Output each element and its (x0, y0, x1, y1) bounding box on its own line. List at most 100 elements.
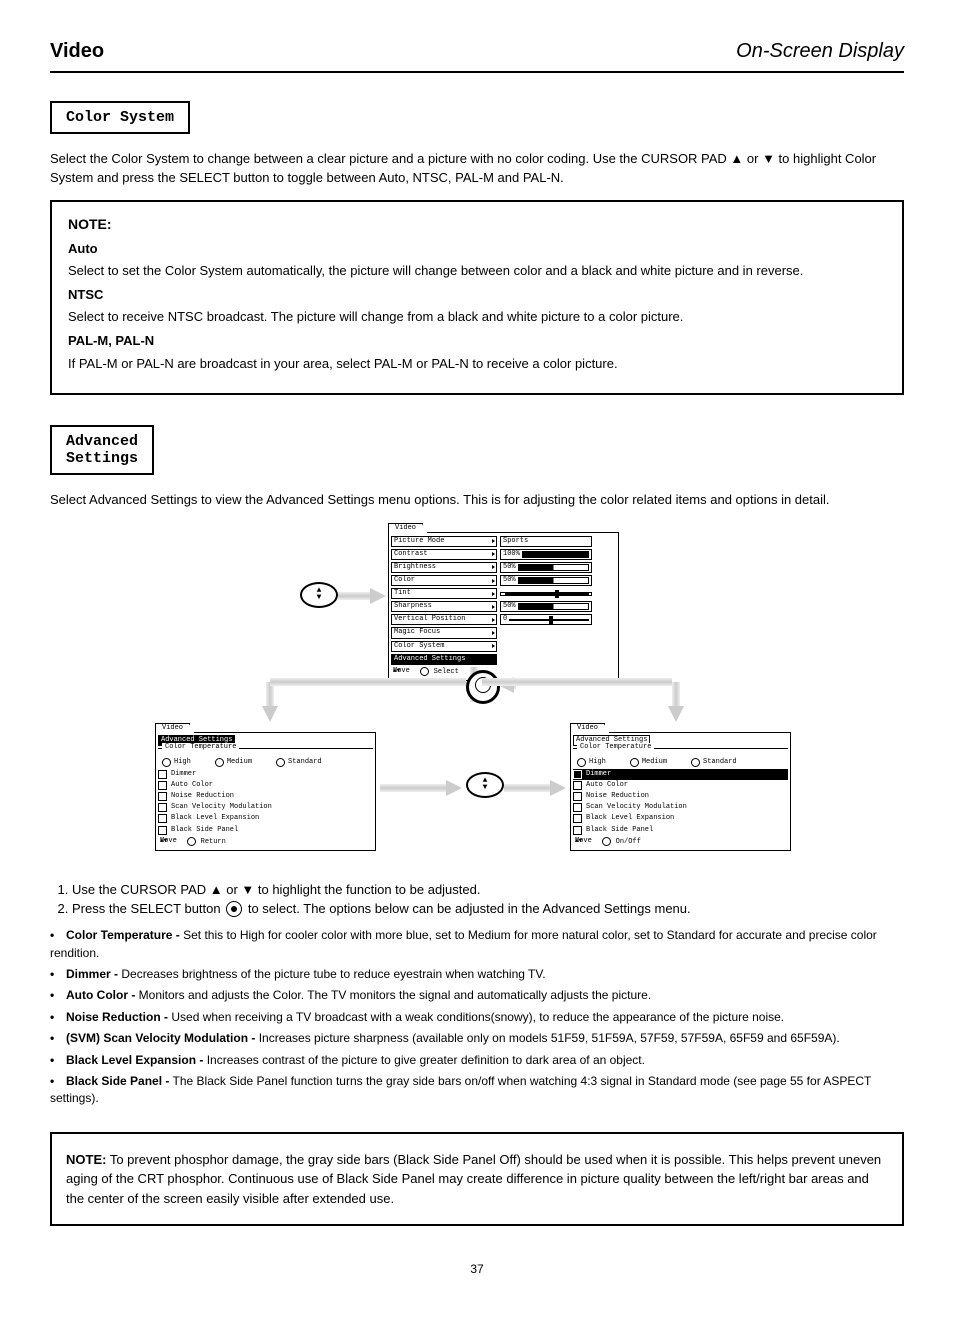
osd-row-value: 50% (500, 601, 592, 612)
radio-icon (577, 758, 586, 767)
checkbox-icon (158, 814, 167, 823)
step-item: Use the CURSOR PAD ▲ or ▼ to highlight t… (72, 882, 904, 897)
advanced-items-list: •Color Temperature - Set this to High fo… (50, 927, 904, 1108)
note-item: NTSCSelect to receive NTSC broadcast. Th… (68, 286, 886, 326)
checkbox-row: Auto Color (573, 780, 788, 791)
slider-thumb (549, 616, 553, 624)
advanced-item: •Auto Color - Monitors and adjusts the C… (50, 987, 904, 1004)
select-icon (420, 667, 430, 677)
radio-label: Standard (288, 758, 322, 767)
osd-hint-row: ▲▼ Move Return (158, 836, 373, 848)
osd-row: Tint (391, 587, 616, 600)
radio-icon (162, 758, 171, 767)
progress-bar (518, 577, 589, 584)
radio-item: Medium (630, 758, 667, 767)
advanced-item: •Dimmer - Decreases brightness of the pi… (50, 966, 904, 983)
header-subtitle: On-Screen Display (736, 40, 904, 63)
checkbox-label: Auto Color (586, 781, 628, 790)
progress-bar (518, 564, 589, 571)
osd-row-label: Brightness (391, 562, 497, 573)
checkbox-row: Scan Velocity Modulation (573, 802, 788, 813)
page-number: 37 (50, 1262, 904, 1276)
cursor-pad-icon: ▲▼ (466, 772, 504, 798)
radio-icon (691, 758, 700, 767)
osd-row-value-text: 50% (503, 602, 516, 611)
radio-row: HighMediumStandard (158, 758, 373, 769)
osd-tab: Video (155, 723, 190, 733)
cursor-pad-icon: ▲▼ (300, 582, 338, 608)
checkbox-label: Scan Velocity Modulation (171, 803, 272, 812)
advanced-item: •Noise Reduction - Used when receiving a… (50, 1009, 904, 1026)
fieldset-label: Color Temperature (577, 743, 654, 751)
checkbox-icon (158, 781, 167, 790)
checkbox-label: Scan Velocity Modulation (586, 803, 687, 812)
note-body: To prevent phosphor damage, the gray sid… (66, 1152, 881, 1206)
item-name: Dimmer - (66, 967, 118, 981)
osd-row-value: 100% (500, 549, 592, 560)
osd-tab: Video (388, 523, 423, 533)
item-name: Black Level Expansion - (66, 1053, 203, 1067)
radio-item: High (162, 758, 191, 767)
osd-row-value-text: 0 (503, 615, 507, 624)
checkbox-row: Black Side Panel (573, 825, 788, 836)
checkbox-icon (573, 792, 582, 801)
osd-row-label: Picture Mode (391, 536, 497, 547)
radio-label: Medium (642, 758, 667, 767)
osd-tab: Video (570, 723, 605, 733)
checkbox-icon (158, 770, 167, 779)
osd-row-label: Vertical Position (391, 614, 497, 625)
radio-icon (215, 758, 224, 767)
osd-advanced-left: Video Advanced SettingsColor Temperature… (155, 722, 376, 851)
note-item: AutoSelect to set the Color System autom… (68, 240, 886, 280)
color-system-text: Select the Color System to change betwee… (50, 150, 904, 188)
osd-row-label: Color (391, 575, 497, 586)
checkbox-icon (158, 826, 167, 835)
separator (50, 71, 904, 73)
updown-icon: ▲▼ (393, 667, 400, 675)
note-color-system: NOTE: AutoSelect to set the Color System… (50, 200, 904, 395)
osd-row: Advanced Settings (391, 653, 616, 666)
note-black-side-panel: NOTE: To prevent phosphor damage, the gr… (50, 1132, 904, 1227)
checkbox-row: Noise Reduction (573, 791, 788, 802)
item-name: Color Temperature - (66, 928, 180, 942)
checkbox-icon (573, 803, 582, 812)
checkbox-row: Black Side Panel (158, 825, 373, 836)
osd-row-value-text: 50% (503, 576, 516, 585)
osd-row: Brightness50% (391, 561, 616, 574)
osd-hint-row: ▲▼ Move On/Off (573, 836, 788, 848)
progress-bar (518, 603, 589, 610)
checkbox-label: Black Side Panel (171, 826, 238, 835)
checkbox-row: Black Level Expansion (158, 813, 373, 824)
slider-track (505, 593, 589, 595)
navigation-diagram: ▲▼ Video Picture ModeSportsContrast100%B… (50, 522, 904, 862)
step-item: Press the SELECT button to select. The o… (72, 901, 904, 918)
radio-item: Standard (276, 758, 322, 767)
osd-row-label: Advanced Settings (391, 654, 497, 665)
note-title: NOTE: (68, 216, 886, 232)
fieldset-label: Color Temperature (162, 743, 239, 751)
advanced-item: •Color Temperature - Set this to High fo… (50, 927, 904, 962)
select-icon (602, 837, 612, 847)
checkbox-row: Scan Velocity Modulation (158, 802, 373, 813)
checkbox-icon (158, 803, 167, 812)
osd-fieldset: Color Temperature (573, 748, 788, 758)
updown-icon: ▲▼ (575, 837, 582, 845)
checkbox-row: Black Level Expansion (573, 813, 788, 824)
updown-icon: ▲▼ (160, 837, 167, 845)
checkbox-icon (573, 814, 582, 823)
note-title: NOTE: (66, 1152, 106, 1167)
checkbox-label: Noise Reduction (586, 792, 649, 801)
osd-row-value-text: 100% (503, 550, 520, 559)
advanced-item: •(SVM) Scan Velocity Modulation - Increa… (50, 1030, 904, 1047)
osd-row-value: Sports (500, 536, 592, 547)
checkbox-label: Noise Reduction (171, 792, 234, 801)
osd-row-value: 50% (500, 575, 592, 586)
radio-item: Standard (691, 758, 737, 767)
radio-item: High (577, 758, 606, 767)
checkbox-label: Black Level Expansion (586, 814, 674, 823)
advanced-settings-intro: Select Advanced Settings to view the Adv… (50, 491, 904, 510)
section-label-advanced-settings: Advanced Settings (50, 425, 154, 475)
radio-icon (630, 758, 639, 767)
osd-row: Contrast100% (391, 548, 616, 561)
radio-label: High (589, 758, 606, 767)
